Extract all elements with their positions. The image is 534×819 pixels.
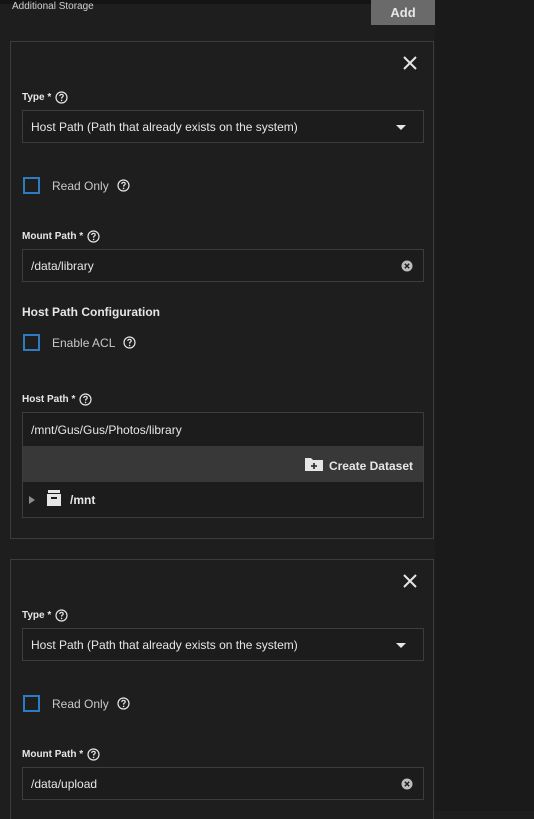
type-select[interactable]: Host Path (Path that already exists on t… (22, 110, 424, 143)
mount-path-value: /data/library (31, 258, 94, 273)
type-select[interactable]: Host Path (Path that already exists on t… (22, 628, 424, 661)
enable-acl-label: Enable ACL (52, 335, 116, 350)
type-select-value: Host Path (Path that already exists on t… (31, 119, 298, 134)
host-path-explorer: /mnt/Gus/Gus/Photos/library Create Datas… (22, 412, 424, 518)
tree-item-label: /mnt (70, 492, 96, 507)
dataset-icon (45, 489, 63, 510)
section-title: Additional Storage (12, 1, 94, 12)
read-only-label: Read Only (52, 178, 109, 193)
read-only-row: Read Only (23, 695, 130, 712)
create-dataset-icon (304, 456, 324, 475)
clear-icon[interactable] (401, 260, 413, 272)
right-gutter (435, 0, 534, 811)
storage-card-1: Type * Host Path (Path that already exis… (10, 41, 434, 539)
help-icon[interactable] (87, 748, 100, 761)
type-label: Type * (22, 91, 52, 103)
host-path-label: Host Path * (22, 393, 76, 405)
host-path-config-heading: Host Path Configuration (22, 305, 160, 319)
mount-path-label-row: Mount Path * (22, 230, 100, 243)
help-icon[interactable] (123, 336, 136, 349)
storage-card-2: Type * Host Path (Path that already exis… (10, 559, 434, 819)
type-label-row: Type * (22, 91, 68, 104)
create-dataset-label: Create Dataset (328, 458, 413, 473)
help-icon[interactable] (55, 609, 68, 622)
host-path-value: /mnt/Gus/Gus/Photos/library (31, 422, 182, 437)
help-icon[interactable] (87, 230, 100, 243)
add-button[interactable]: Add (371, 0, 435, 25)
help-icon[interactable] (79, 393, 92, 406)
host-path-input[interactable]: /mnt/Gus/Gus/Photos/library (23, 413, 423, 446)
enable-acl-row: Enable ACL (23, 334, 136, 351)
chevron-down-icon (396, 643, 406, 648)
host-path-label-row: Host Path * (22, 393, 92, 406)
mount-path-label: Mount Path * (22, 230, 84, 242)
mount-path-input[interactable]: /data/upload (22, 767, 424, 800)
read-only-label: Read Only (52, 696, 109, 711)
read-only-checkbox[interactable] (23, 695, 40, 712)
type-select-value: Host Path (Path that already exists on t… (31, 637, 298, 652)
clear-icon[interactable] (401, 778, 413, 790)
help-icon[interactable] (55, 91, 68, 104)
chevron-down-icon (396, 125, 406, 130)
read-only-row: Read Only (23, 177, 130, 194)
help-icon[interactable] (117, 179, 130, 192)
mount-path-label: Mount Path * (22, 748, 84, 760)
read-only-checkbox[interactable] (23, 177, 40, 194)
type-label-row: Type * (22, 609, 68, 622)
enable-acl-checkbox[interactable] (23, 334, 40, 351)
help-icon[interactable] (117, 697, 130, 710)
explorer-toolbar: Create Dataset (23, 446, 423, 482)
close-icon[interactable] (401, 572, 419, 590)
mount-path-value: /data/upload (31, 776, 98, 791)
create-dataset-button[interactable]: Create Dataset (304, 456, 413, 475)
expand-icon[interactable] (29, 495, 35, 504)
mount-path-label-row: Mount Path * (22, 748, 100, 761)
tree-item-mnt[interactable]: /mnt (23, 482, 423, 517)
close-icon[interactable] (401, 54, 419, 72)
type-label: Type * (22, 609, 52, 621)
mount-path-input[interactable]: /data/library (22, 249, 424, 282)
